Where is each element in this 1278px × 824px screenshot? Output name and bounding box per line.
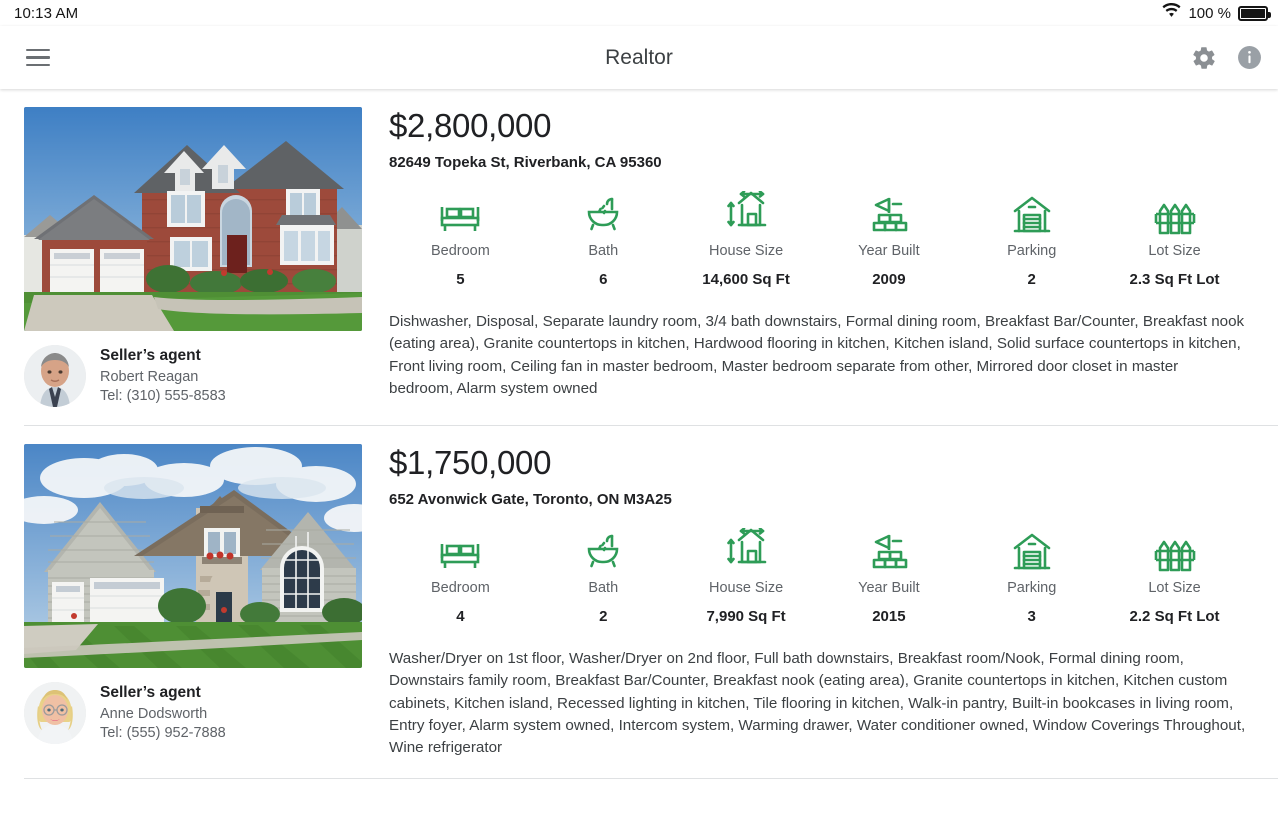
spec-value: 3 [1027, 607, 1036, 625]
spec-label: Parking [1007, 579, 1057, 596]
spec-value: 14,600 Sq Ft [702, 270, 790, 288]
spec-value: 2.2 Sq Ft Lot [1129, 607, 1220, 625]
spec-value: 2 [1027, 270, 1036, 288]
spec-value: 7,990 Sq Ft [706, 607, 786, 625]
agent-phone[interactable]: Tel: (555) 952-7888 [100, 724, 226, 743]
page-title: Realtor [605, 45, 673, 69]
spec-lot-size: Lot Size 2.3 Sq Ft Lot [1103, 193, 1246, 288]
spec-value: 2009 [872, 270, 906, 288]
garage-icon [1010, 530, 1054, 572]
spec-value: 4 [456, 607, 465, 625]
spec-bath: Bath 6 [532, 193, 675, 288]
spec-value: 6 [599, 270, 608, 288]
bricks-flag-icon [867, 193, 911, 235]
wifi-icon [1162, 2, 1181, 23]
listing-details: $2,800,000 82649 Topeka St, Riverbank, C… [362, 107, 1246, 407]
list-item[interactable]: Seller’s agent Anne Dodsworth Tel: (555)… [0, 426, 1278, 760]
spec-label: Bath [588, 579, 619, 596]
garage-icon [1010, 193, 1054, 235]
spec-house-size: House Size 7,990 Sq Ft [675, 527, 818, 625]
spec-parking: Parking 2 [960, 193, 1103, 288]
property-photo[interactable] [24, 107, 362, 331]
spec-label: Year Built [858, 579, 920, 596]
agent-phone[interactable]: Tel: (310) 555-8583 [100, 387, 226, 406]
spec-house-size: House Size 14,600 Sq Ft [675, 190, 818, 288]
status-indicators: 100 % [1162, 2, 1271, 23]
listing-price: $2,800,000 [389, 107, 552, 144]
spec-label: Bedroom [430, 242, 490, 259]
gear-icon[interactable] [1191, 45, 1217, 71]
agent-role-label: Seller’s agent [100, 683, 201, 701]
bathtub-shower-icon [582, 193, 624, 235]
spec-bedroom: Bedroom 5 [389, 193, 532, 288]
listing-details: $1,750,000 652 Avonwick Gate, Toronto, O… [362, 444, 1246, 760]
spec-lot-size: Lot Size 2.2 Sq Ft Lot [1103, 530, 1246, 625]
spec-row: Bedroom 4 Bath 2 House Size 7,990 Sq Ft … [389, 527, 1246, 625]
listing-price: $1,750,000 [389, 444, 552, 481]
agent-name: Anne Dodsworth [100, 706, 208, 723]
spec-label: Lot Size [1148, 579, 1201, 596]
house-dimensions-icon [723, 527, 769, 572]
spec-year-built: Year Built 2015 [817, 530, 960, 625]
listing-description: Dishwasher, Disposal, Separate laundry r… [389, 312, 1245, 397]
app-bar-actions [1191, 45, 1262, 71]
listing-media-column: Seller’s agent Robert Reagan Tel: (310) … [24, 107, 362, 407]
agent-card[interactable]: Seller’s agent Anne Dodsworth Tel: (555)… [24, 682, 362, 744]
list-divider [24, 777, 1278, 779]
listing-description: Washer/Dryer on 1st floor, Washer/Dryer … [389, 649, 1246, 757]
battery-full-icon [1238, 5, 1271, 21]
spec-value: 2015 [872, 607, 906, 625]
hamburger-menu-icon[interactable] [26, 43, 56, 73]
fence-icon [1152, 530, 1198, 572]
bricks-flag-icon [867, 530, 911, 572]
listing-media-column: Seller’s agent Anne Dodsworth Tel: (555)… [24, 444, 362, 760]
agent-role-label: Seller’s agent [100, 346, 201, 364]
fence-icon [1152, 193, 1198, 235]
agent-info: Seller’s agent Anne Dodsworth Tel: (555)… [100, 683, 226, 744]
status-time: 10:13 AM [14, 4, 79, 22]
bed-icon [438, 193, 482, 235]
bathtub-shower-icon [582, 530, 624, 572]
listing-address: 652 Avonwick Gate, Toronto, ON M3A25 [389, 490, 672, 508]
spec-label: Bath [588, 242, 619, 259]
spec-label: Lot Size [1148, 242, 1201, 259]
spec-row: Bedroom 5 Bath 6 House Size 14,600 Sq Ft… [389, 190, 1246, 288]
agent-info: Seller’s agent Robert Reagan Tel: (310) … [100, 346, 226, 407]
spec-parking: Parking 3 [960, 530, 1103, 625]
listing-list[interactable]: Seller’s agent Robert Reagan Tel: (310) … [0, 89, 1278, 824]
avatar [24, 345, 86, 407]
status-bar: 10:13 AM 100 % [0, 0, 1278, 26]
battery-percent-label: 100 % [1188, 4, 1231, 22]
listing-address: 82649 Topeka St, Riverbank, CA 95360 [389, 153, 662, 171]
house-dimensions-icon [723, 190, 769, 235]
list-item[interactable]: Seller’s agent Robert Reagan Tel: (310) … [0, 89, 1278, 407]
avatar [24, 682, 86, 744]
spec-label: Parking [1007, 242, 1057, 259]
bed-icon [438, 530, 482, 572]
spec-label: Year Built [858, 242, 920, 259]
spec-label: Bedroom [430, 579, 490, 596]
spec-bedroom: Bedroom 4 [389, 530, 532, 625]
spec-label: House Size [708, 579, 784, 596]
spec-value: 2 [599, 607, 608, 625]
app-bar: Realtor [0, 26, 1278, 89]
property-photo[interactable] [24, 444, 362, 668]
info-icon[interactable] [1237, 45, 1262, 70]
agent-name: Robert Reagan [100, 369, 199, 386]
spec-value: 2.3 Sq Ft Lot [1129, 270, 1220, 288]
spec-year-built: Year Built 2009 [817, 193, 960, 288]
agent-card[interactable]: Seller’s agent Robert Reagan Tel: (310) … [24, 345, 362, 407]
spec-bath: Bath 2 [532, 530, 675, 625]
spec-value: 5 [456, 270, 465, 288]
spec-label: House Size [708, 242, 784, 259]
